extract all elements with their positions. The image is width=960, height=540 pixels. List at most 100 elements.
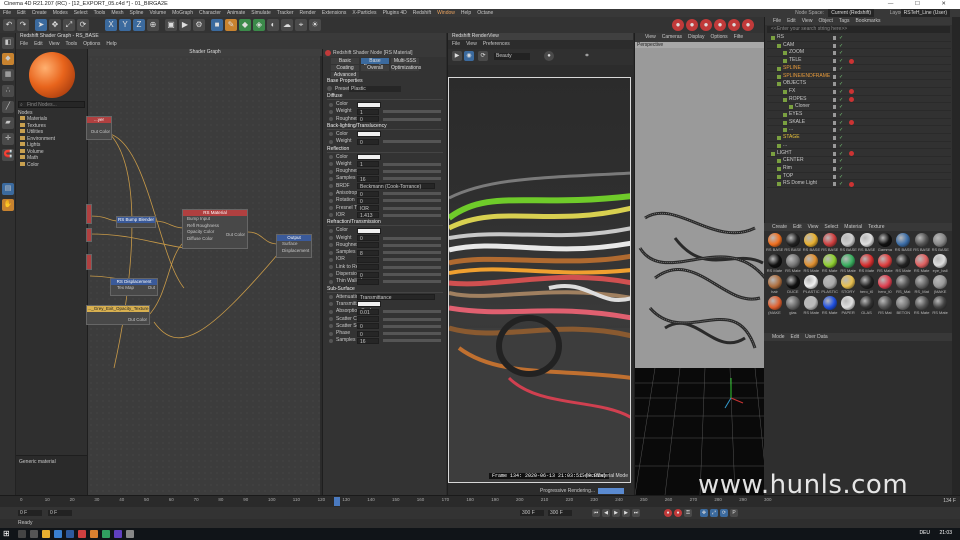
- attr-value-field[interactable]: [357, 168, 379, 175]
- material-swatch[interactable]: (MAKE: [766, 296, 783, 317]
- menu-file[interactable]: File: [3, 10, 11, 16]
- start-frame-field[interactable]: 0 F: [18, 510, 42, 516]
- material-menu-create[interactable]: Create: [772, 224, 787, 230]
- visibility-dots-icon[interactable]: [833, 89, 836, 94]
- attr-slider[interactable]: [383, 162, 441, 166]
- visibility-dots-icon[interactable]: [833, 97, 836, 102]
- viewport-menu-display[interactable]: Display: [688, 34, 704, 40]
- model-mode-icon[interactable]: ◆: [2, 53, 14, 65]
- material-swatch[interactable]: RS_Mat: [913, 275, 930, 296]
- current-frame-marker[interactable]: [334, 497, 340, 506]
- visibility-dots-icon[interactable]: [833, 120, 836, 125]
- visibility-dots-icon[interactable]: [833, 128, 836, 133]
- go-end-icon[interactable]: ⏭: [632, 509, 640, 517]
- material-tag-icon[interactable]: [849, 181, 854, 187]
- node-bump-blender[interactable]: RS Bump Blender: [116, 216, 156, 228]
- material-swatch[interactable]: RS_Mat: [895, 275, 912, 296]
- visibility-dots-icon[interactable]: [833, 66, 836, 71]
- attr-slider[interactable]: [383, 310, 441, 314]
- menu-tools[interactable]: Tools: [94, 10, 106, 16]
- preset-select[interactable]: Plastic: [349, 86, 401, 92]
- renderview-menu-preferences[interactable]: Preferences: [483, 41, 510, 47]
- material-menu-texture[interactable]: Texture: [868, 224, 884, 230]
- visibility-dots-icon[interactable]: [833, 182, 836, 187]
- node-layer[interactable]: ...yer Out Color: [86, 116, 112, 140]
- viewport-menu-view[interactable]: View: [645, 34, 656, 40]
- search-taskbar-icon[interactable]: [18, 530, 26, 538]
- object-row[interactable]: TELE ✓: [767, 57, 951, 65]
- material-swatch[interactable]: eye_ball: [932, 254, 949, 275]
- viewport-panel[interactable]: View Cameras Display Options Filte Perspecti…: [634, 33, 765, 495]
- make-editable-icon[interactable]: ◧: [2, 37, 14, 49]
- undo-icon[interactable]: ↶: [3, 19, 15, 31]
- record-icon[interactable]: ●: [664, 509, 672, 517]
- material-swatch[interactable]: RS Mate: [821, 254, 838, 275]
- material-swatch[interactable]: RS BASE: [803, 233, 820, 254]
- attr-value-field[interactable]: 8: [357, 249, 379, 256]
- material-swatch[interactable]: RS Mate: [876, 254, 893, 275]
- menu-octane[interactable]: Octane: [477, 10, 493, 16]
- pen-icon[interactable]: ✎: [225, 19, 237, 31]
- node-category[interactable]: Color: [16, 161, 87, 169]
- render-settings-icon[interactable]: ⚙: [193, 19, 205, 31]
- keyboard-language[interactable]: DEU: [919, 530, 930, 536]
- menu-plugins-4d[interactable]: Plugins 4D: [383, 10, 407, 16]
- attr-value-field[interactable]: 16: [357, 337, 379, 344]
- cinema4d-taskbar-icon[interactable]: [66, 530, 74, 538]
- cloner-icon[interactable]: ◈: [253, 19, 265, 31]
- enable-axis-icon[interactable]: ✛: [2, 133, 14, 145]
- render-image[interactable]: Frame 134: 2020-06-13 21:03:51 (9.81s) S…: [448, 77, 631, 483]
- deformer-icon[interactable]: ◐: [267, 19, 279, 31]
- attr-group-header[interactable]: Reflection: [327, 146, 443, 153]
- visibility-dots-icon[interactable]: [833, 113, 836, 117]
- attr-value-field[interactable]: 0: [357, 271, 379, 278]
- anim-dot-icon[interactable]: [329, 272, 333, 277]
- object-row[interactable]: LIGHT ✓: [767, 150, 951, 158]
- visibility-dots-icon[interactable]: [833, 59, 836, 64]
- anim-dot-icon[interactable]: [329, 109, 333, 114]
- preset-anim-icon[interactable]: [327, 86, 332, 91]
- anim-dot-icon[interactable]: [329, 279, 333, 284]
- menu-mesh[interactable]: Mesh: [111, 10, 123, 16]
- anim-dot-icon[interactable]: [329, 236, 333, 240]
- material-swatch[interactable]: RS Mate: [766, 254, 783, 275]
- material-swatch[interactable]: RS BASE: [858, 233, 875, 254]
- object-row[interactable]: ... ✓: [767, 126, 951, 135]
- material-swatch[interactable]: RS Mate: [913, 254, 930, 275]
- object-row[interactable]: Cloner ✓: [767, 103, 951, 111]
- attr-value-field[interactable]: 0: [357, 330, 379, 337]
- object-row[interactable]: Rim ✓: [767, 165, 951, 173]
- material-swatch[interactable]: RS Mate: [821, 296, 838, 317]
- subdivision-icon[interactable]: ◆: [239, 19, 251, 31]
- attr-value-field[interactable]: 16: [357, 175, 379, 182]
- attr-value-field[interactable]: [357, 316, 379, 322]
- material-tag-icon[interactable]: [849, 89, 854, 95]
- attr-value-field[interactable]: 0: [357, 323, 379, 330]
- window-controls[interactable]: — ☐ ✕: [888, 0, 956, 9]
- anim-dot-icon[interactable]: [329, 132, 333, 137]
- attr-tab[interactable]: Multi-SSS: [391, 58, 419, 64]
- material-swatch[interactable]: RS Mate: [840, 254, 857, 275]
- material-menu-view[interactable]: View: [808, 224, 819, 230]
- attr-manager-menu-mode[interactable]: Mode: [772, 334, 785, 340]
- key-rotation-icon[interactable]: ⟳: [720, 509, 728, 517]
- task-view-icon[interactable]: [30, 530, 38, 538]
- crop-icon[interactable]: ⌗: [582, 51, 592, 61]
- redshift-feedback-icon[interactable]: ●: [700, 19, 712, 31]
- material-swatch[interactable]: RS Mate: [858, 254, 875, 275]
- object-row[interactable]: STAGE ✓: [767, 134, 951, 142]
- attr-value-field[interactable]: [357, 256, 379, 263]
- material-swatch[interactable]: RS Mate: [913, 296, 930, 317]
- app-icon-grey[interactable]: [126, 530, 134, 538]
- enable-check-icon[interactable]: ✓: [839, 181, 843, 189]
- coordinate-system-icon[interactable]: ⊕: [147, 19, 159, 31]
- snapshot-icon[interactable]: ●: [544, 51, 554, 61]
- material-menu-select[interactable]: Select: [824, 224, 838, 230]
- object-row[interactable]: SPLINE ✓: [767, 65, 951, 73]
- attr-value-field[interactable]: [357, 131, 381, 138]
- material-swatch[interactable]: RS BASE: [784, 233, 801, 254]
- material-swatch[interactable]: RS BASE: [895, 233, 912, 254]
- shader-menu-view[interactable]: View: [49, 41, 60, 47]
- attr-value-field[interactable]: [357, 301, 381, 308]
- attr-group-header[interactable]: Sub-Surface: [327, 286, 443, 293]
